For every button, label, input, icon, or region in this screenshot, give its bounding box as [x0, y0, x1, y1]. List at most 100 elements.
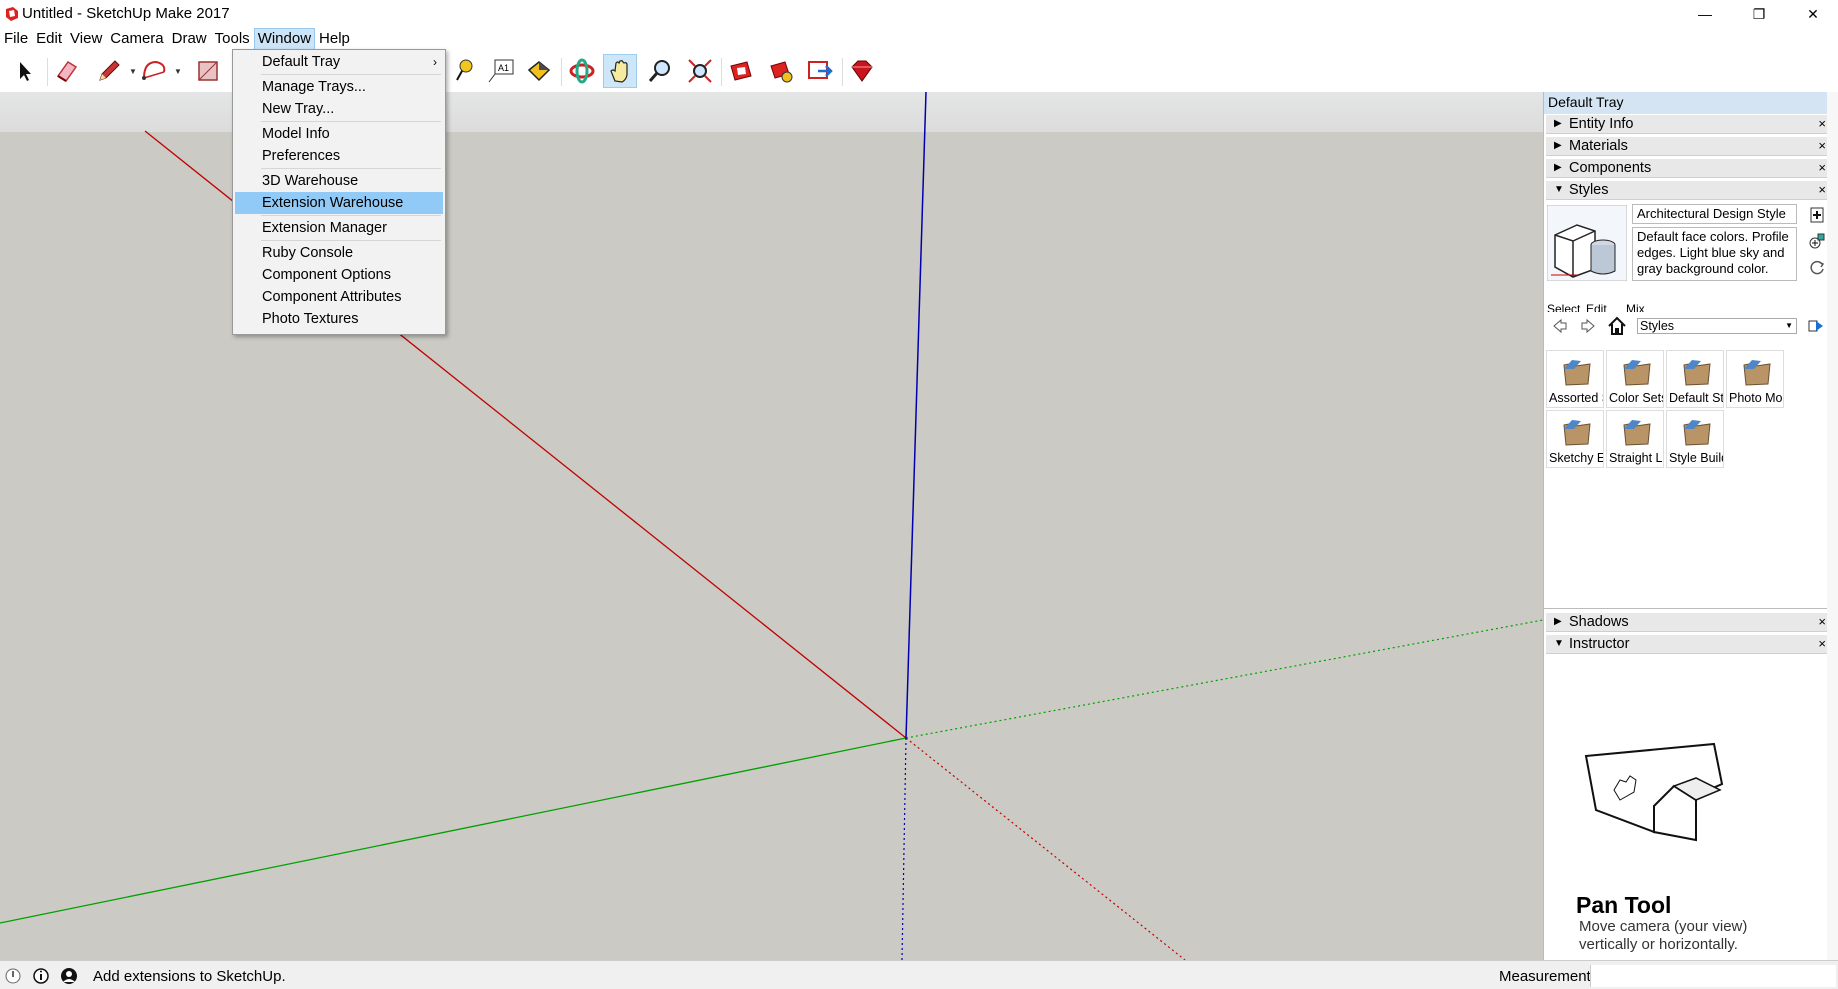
- menu-camera[interactable]: Camera: [106, 28, 167, 50]
- warehouse-icon[interactable]: [724, 54, 758, 88]
- refresh-icon[interactable]: [1808, 258, 1826, 276]
- instructor-line: vertically or horizontally.: [1579, 936, 1738, 953]
- menu-item-new-tray[interactable]: New Tray...: [235, 98, 443, 120]
- folder-straight-lines[interactable]: Straight Lines: [1606, 410, 1664, 468]
- user-account-icon[interactable]: [60, 967, 78, 985]
- minimize-button[interactable]: —: [1678, 0, 1732, 28]
- folder-default-styles[interactable]: Default Styles: [1666, 350, 1724, 408]
- menu-divider: [261, 121, 441, 122]
- panel-styles[interactable]: ▼ Styles ×: [1546, 180, 1833, 200]
- menu-item-photo-textures[interactable]: Photo Textures: [235, 308, 443, 330]
- toolbar-divider: [842, 58, 843, 86]
- close-button[interactable]: ✕: [1786, 0, 1838, 28]
- text-icon[interactable]: A1: [484, 54, 518, 88]
- close-panel-icon[interactable]: ×: [1818, 116, 1826, 131]
- style-collection-select[interactable]: Styles ▼: [1637, 318, 1797, 334]
- menu-draw[interactable]: Draw: [168, 28, 211, 50]
- geo-location-icon[interactable]: [4, 967, 22, 985]
- eraser-icon[interactable]: [50, 54, 84, 88]
- pan-tool-illustration: [1584, 742, 1724, 842]
- select-icon[interactable]: [8, 54, 42, 88]
- restore-button[interactable]: ❐: [1732, 0, 1786, 28]
- paint-bucket-icon[interactable]: [522, 54, 556, 88]
- tape-measure-icon[interactable]: [445, 54, 479, 88]
- close-panel-icon[interactable]: ×: [1818, 182, 1826, 197]
- menu-edit[interactable]: Edit: [32, 28, 66, 50]
- panel-label: Materials: [1569, 138, 1628, 154]
- close-panel-icon[interactable]: ×: [1818, 614, 1826, 629]
- extension-warehouse-icon[interactable]: [764, 54, 798, 88]
- panel-entity-info[interactable]: ▶ Entity Info ×: [1546, 114, 1833, 134]
- style-description-field[interactable]: Default face colors. Profile edges. Ligh…: [1632, 227, 1797, 281]
- panel-instructor[interactable]: ▼ Instructor ×: [1546, 634, 1833, 654]
- window-menu-dropdown: Default Tray › Manage Trays... New Tray.…: [232, 49, 446, 335]
- rectangle-icon[interactable]: [191, 54, 225, 88]
- ruby-console-icon[interactable]: [845, 54, 879, 88]
- folder-icon: [1683, 360, 1711, 386]
- folder-icon: [1623, 420, 1651, 446]
- forward-arrow-icon[interactable]: [1579, 317, 1597, 335]
- submenu-arrow-icon: ›: [433, 55, 437, 69]
- share-model-icon[interactable]: [803, 54, 837, 88]
- tab-mix[interactable]: Mix: [1626, 302, 1645, 312]
- folder-icon: [1743, 360, 1771, 386]
- menu-item-component-options[interactable]: Component Options: [235, 264, 443, 286]
- collapsed-arrow-icon: ▶: [1554, 140, 1562, 151]
- menu-item-extension-manager[interactable]: Extension Manager: [235, 217, 443, 239]
- menu-tools[interactable]: Tools: [211, 28, 254, 50]
- details-arrow-icon[interactable]: [1807, 317, 1825, 335]
- folder-color-sets[interactable]: Color Sets: [1606, 350, 1664, 408]
- panel-components[interactable]: ▶ Components ×: [1546, 158, 1833, 178]
- folder-photo-modeling[interactable]: Photo Modeling: [1726, 350, 1784, 408]
- measurements-input[interactable]: [1590, 965, 1836, 987]
- folder-assorted-styles[interactable]: Assorted Styles: [1546, 350, 1604, 408]
- zoom-extents-icon[interactable]: [683, 54, 717, 88]
- pencil-dropdown-icon[interactable]: ▼: [129, 67, 137, 76]
- orbit-icon[interactable]: [565, 54, 599, 88]
- arc-dropdown-icon[interactable]: ▼: [174, 67, 182, 76]
- menu-help[interactable]: Help: [315, 28, 354, 50]
- menu-item-component-attributes[interactable]: Component Attributes: [235, 286, 443, 308]
- panel-materials[interactable]: ▶ Materials ×: [1546, 136, 1833, 156]
- panel-shadows[interactable]: ▶ Shadows ×: [1546, 612, 1833, 632]
- credits-icon[interactable]: [32, 967, 50, 985]
- close-panel-icon[interactable]: ×: [1818, 160, 1826, 175]
- pan-icon[interactable]: [603, 54, 637, 88]
- menu-divider: [261, 74, 441, 75]
- folder-sketchy-edges[interactable]: Sketchy Edges: [1546, 410, 1604, 468]
- panel-label: Shadows: [1569, 614, 1629, 630]
- tab-select[interactable]: Select: [1547, 302, 1580, 312]
- tray-scrollbar[interactable]: [1827, 92, 1838, 960]
- menu-item-preferences[interactable]: Preferences: [235, 145, 443, 167]
- home-icon[interactable]: [1607, 316, 1627, 336]
- menu-item-3d-warehouse[interactable]: 3D Warehouse: [235, 170, 443, 192]
- style-collection-value: Styles: [1640, 319, 1675, 333]
- instructor-description: Move camera (your view) vertically or ho…: [1579, 918, 1747, 954]
- tab-edit[interactable]: Edit: [1586, 302, 1607, 312]
- collapsed-arrow-icon: ▶: [1554, 118, 1562, 129]
- back-arrow-icon[interactable]: [1551, 317, 1569, 335]
- menu-window[interactable]: Window: [253, 28, 316, 50]
- menu-file[interactable]: File: [0, 28, 32, 50]
- pencil-icon[interactable]: [92, 54, 126, 88]
- zoom-icon[interactable]: [643, 54, 677, 88]
- default-tray: Default Tray ▶ Entity Info × ▶ Materials…: [1543, 92, 1838, 960]
- menu-item-default-tray[interactable]: Default Tray ›: [235, 51, 443, 73]
- menu-item-ruby-console[interactable]: Ruby Console: [235, 242, 443, 264]
- folder-style-builder[interactable]: Style Builder: [1666, 410, 1724, 468]
- blue-axis-dotted: [901, 737, 907, 960]
- update-style-icon[interactable]: [1808, 232, 1826, 250]
- menu-view[interactable]: View: [66, 28, 106, 50]
- blue-axis-line: [905, 92, 927, 739]
- close-panel-icon[interactable]: ×: [1818, 138, 1826, 153]
- menu-item-manage-trays[interactable]: Manage Trays...: [235, 76, 443, 98]
- menu-item-model-info[interactable]: Model Info: [235, 123, 443, 145]
- create-style-icon[interactable]: [1808, 206, 1826, 224]
- close-panel-icon[interactable]: ×: [1818, 636, 1826, 651]
- style-name-field[interactable]: Architectural Design Style: [1632, 204, 1797, 224]
- menu-item-extension-warehouse[interactable]: Extension Warehouse: [235, 192, 443, 214]
- arc-icon[interactable]: [137, 54, 171, 88]
- instructor-title: Pan Tool: [1576, 892, 1672, 918]
- panel-label: Components: [1569, 160, 1652, 176]
- folder-icon: [1623, 360, 1651, 386]
